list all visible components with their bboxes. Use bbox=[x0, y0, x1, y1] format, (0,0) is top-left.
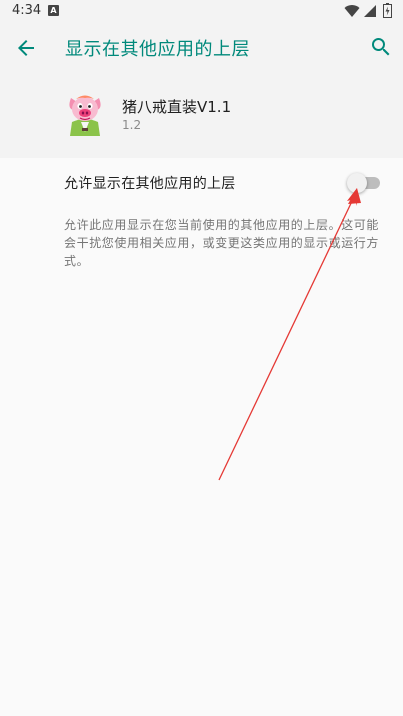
signal-icon bbox=[364, 5, 376, 17]
app-version: 1.2 bbox=[122, 118, 142, 132]
page-title: 显示在其他应用的上层 bbox=[65, 39, 250, 60]
arrow-back-icon[interactable] bbox=[14, 36, 38, 60]
toolbar: 显示在其他应用的上层 bbox=[0, 22, 403, 74]
overlay-permission-label: 允许显示在其他应用的上层 bbox=[64, 176, 236, 192]
status-time: 4:34 bbox=[12, 3, 42, 18]
status-bar: 4:34 A bbox=[0, 0, 403, 22]
wifi-icon bbox=[344, 5, 360, 18]
search-icon[interactable] bbox=[369, 35, 393, 59]
overlay-permission-toggle[interactable] bbox=[347, 172, 381, 193]
battery-icon bbox=[383, 3, 392, 18]
pig-app-icon bbox=[69, 95, 101, 136]
overlay-permission-row[interactable]: 允许显示在其他应用的上层 bbox=[0, 158, 403, 206]
permission-description: 允许此应用显示在您当前使用的其他应用的上层。这可能会干扰您使用相关应用，或变更这… bbox=[64, 218, 380, 268]
toggle-thumb bbox=[347, 173, 367, 193]
app-name: 猪八戒直装V1.1 bbox=[122, 98, 232, 116]
screen: 4:34 A 显示在其他应用的上层 猪八戒直装V1.1 1.2 允许显示在其他应… bbox=[0, 0, 403, 716]
app-header: 猪八戒直装V1.1 1.2 bbox=[0, 74, 403, 158]
notification-icon: A bbox=[48, 5, 59, 16]
